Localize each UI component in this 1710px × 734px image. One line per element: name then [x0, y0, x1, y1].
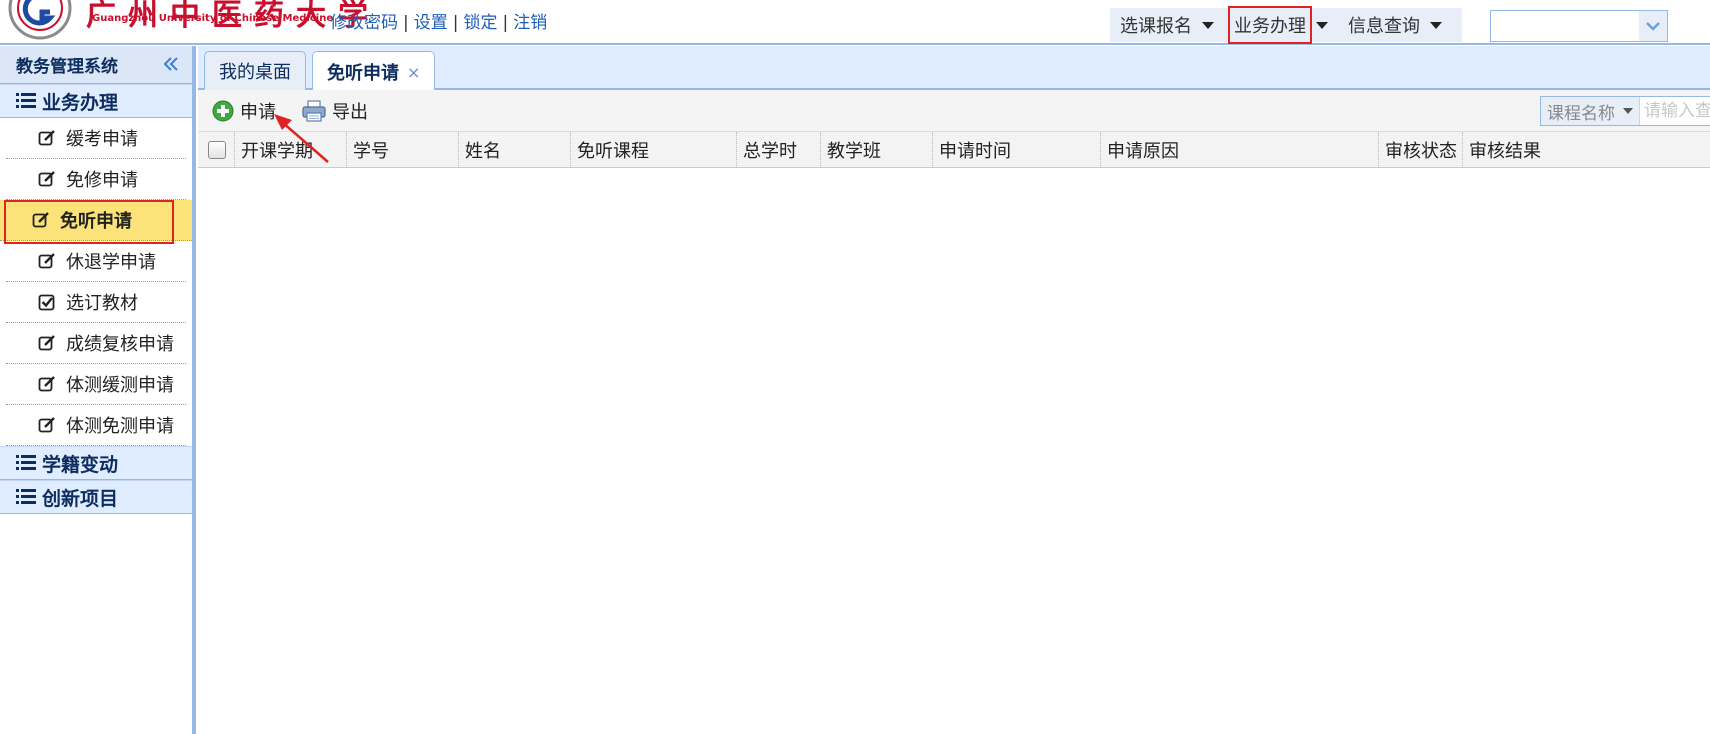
tab-label: 我的桌面: [219, 62, 291, 83]
menu-item-textbook-order[interactable]: 选订教材: [6, 282, 186, 323]
nav-course-registration[interactable]: 选课报名: [1110, 8, 1224, 42]
add-icon: [212, 100, 234, 122]
list-icon: [16, 93, 36, 108]
menu-item-label: 缓考申请: [66, 129, 138, 150]
select-all-checkbox[interactable]: [208, 141, 226, 159]
menu-item-label: 体测免测申请: [66, 416, 174, 437]
search-field-select[interactable]: 课程名称: [1541, 97, 1640, 125]
edit-icon: [38, 335, 55, 351]
caret-down-icon: [1202, 21, 1214, 29]
column-label: 教学班: [827, 141, 881, 162]
section-label: 学籍变动: [42, 453, 119, 476]
search-field-label: 课程名称: [1547, 103, 1615, 124]
search-input[interactable]: [1640, 97, 1710, 125]
export-label: 导出: [332, 102, 368, 123]
checkbox-icon: [38, 294, 55, 311]
nav-label: 选课报名: [1120, 16, 1192, 37]
list-icon: [16, 455, 36, 470]
top-header: 广州中医药大学 Guangzhou University of Chinese …: [0, 0, 1710, 45]
menu-item-grade-review[interactable]: 成绩复核申请: [6, 323, 186, 364]
edit-icon: [38, 253, 55, 269]
menu-item-label: 选订教材: [66, 293, 138, 314]
col-teaching-class[interactable]: 教学班: [820, 132, 932, 168]
lock-link[interactable]: 锁定: [463, 13, 497, 33]
sidebar: 教务管理系统 业务办理 缓考申请 免修申请 免听申请 休退学申请 选订教材 成绩…: [0, 46, 196, 734]
caret-down-icon: [1623, 108, 1633, 114]
menu-item-label: 体测缓测申请: [66, 375, 174, 396]
tab-bar: 我的桌面 免听申请 ×: [198, 46, 1710, 92]
col-review-result[interactable]: 审核结果: [1462, 132, 1710, 168]
nav-label: 业务办理: [1228, 6, 1312, 44]
apply-label: 申请: [240, 102, 276, 123]
grid-body: [198, 168, 1710, 734]
close-icon[interactable]: ×: [407, 63, 420, 82]
collapse-sidebar-icon[interactable]: [162, 55, 180, 73]
menu-item-fitness-exemption[interactable]: 体测免测申请: [6, 405, 186, 446]
search-box: 课程名称: [1540, 96, 1710, 126]
settings-link[interactable]: 设置: [414, 13, 448, 33]
nav-info-query[interactable]: 信息查询: [1338, 8, 1452, 42]
top-nav: 选课报名 业务办理 信息查询: [1110, 6, 1462, 44]
section-enrollment-change[interactable]: 学籍变动: [0, 446, 192, 480]
col-semester[interactable]: 开课学期: [234, 132, 346, 168]
printer-icon: [302, 100, 326, 122]
caret-down-icon: [1430, 21, 1442, 29]
col-review-status[interactable]: 审核状态: [1378, 132, 1462, 168]
col-exempt-course[interactable]: 免听课程: [570, 132, 736, 168]
edit-icon: [38, 376, 55, 392]
col-name[interactable]: 姓名: [458, 132, 570, 168]
chevron-down-icon[interactable]: [1639, 11, 1667, 41]
edit-icon: [38, 417, 55, 433]
column-label: 申请原因: [1107, 141, 1179, 162]
nav-label: 信息查询: [1348, 16, 1420, 37]
section-business[interactable]: 业务办理: [0, 84, 192, 118]
menu-item-label: 免听申请: [60, 211, 132, 232]
tab-my-desktop[interactable]: 我的桌面: [204, 51, 306, 90]
edit-icon: [38, 171, 55, 187]
section-innovation-projects[interactable]: 创新项目: [0, 480, 192, 514]
toolbar: 申请 导出 课程名称: [198, 90, 1710, 132]
tab-attendance-exemption[interactable]: 免听申请 ×: [312, 51, 436, 92]
col-student-id[interactable]: 学号: [346, 132, 458, 168]
column-label: 免听课程: [577, 141, 649, 162]
change-password-link[interactable]: 修改密码: [330, 13, 398, 33]
main-panel: 我的桌面 免听申请 × 申请 导出 课程名称 请输入查询条件 开课学期 学号 姓…: [198, 46, 1710, 734]
menu-item-course-exemption[interactable]: 免修申请: [6, 159, 186, 200]
col-apply-reason[interactable]: 申请原因: [1100, 132, 1378, 168]
user-links: 修改密码 | 设置 | 锁定 | 注销: [330, 13, 548, 33]
column-label: 总学时: [743, 141, 797, 162]
sidebar-title: 教务管理系统: [16, 57, 118, 77]
menu-item-label: 休退学申请: [66, 252, 156, 273]
col-apply-time[interactable]: 申请时间: [932, 132, 1100, 168]
col-total-hours[interactable]: 总学时: [736, 132, 820, 168]
column-label: 审核结果: [1469, 141, 1541, 162]
section-label: 业务办理: [42, 91, 119, 114]
menu-item-label: 免修申请: [66, 170, 138, 191]
section-label: 创新项目: [42, 487, 119, 510]
apply-button[interactable]: 申请: [212, 98, 276, 124]
menu-item-attendance-exemption[interactable]: 免听申请: [0, 200, 192, 244]
logout-link[interactable]: 注销: [513, 13, 547, 33]
menu-item-label: 成绩复核申请: [66, 334, 174, 355]
menu-item-suspension[interactable]: 休退学申请: [6, 241, 186, 282]
caret-down-icon: [1316, 21, 1328, 29]
column-label: 姓名: [465, 141, 501, 162]
column-label: 学号: [353, 141, 389, 162]
column-label: 申请时间: [939, 141, 1011, 162]
export-button[interactable]: 导出: [302, 98, 368, 124]
tab-label: 免听申请: [327, 63, 399, 84]
edit-icon: [38, 130, 55, 146]
university-logo: [8, 0, 72, 40]
menu-item-deferred-exam[interactable]: 缓考申请: [6, 118, 186, 159]
menu-item-fitness-deferral[interactable]: 体测缓测申请: [6, 364, 186, 405]
column-label: 审核状态: [1385, 141, 1457, 162]
edit-icon: [32, 212, 49, 228]
logo-title-en: Guangzhou University of Chinese Medicine: [92, 13, 334, 24]
column-label: 开课学期: [241, 141, 313, 162]
sidebar-header: 教务管理系统: [0, 46, 192, 84]
role-select[interactable]: [1490, 10, 1668, 42]
nav-business[interactable]: 业务办理: [1224, 6, 1338, 44]
grid-header: 开课学期 学号 姓名 免听课程 总学时 教学班 申请时间 申请原因 审核状态 审…: [198, 132, 1710, 168]
list-icon: [16, 489, 36, 504]
